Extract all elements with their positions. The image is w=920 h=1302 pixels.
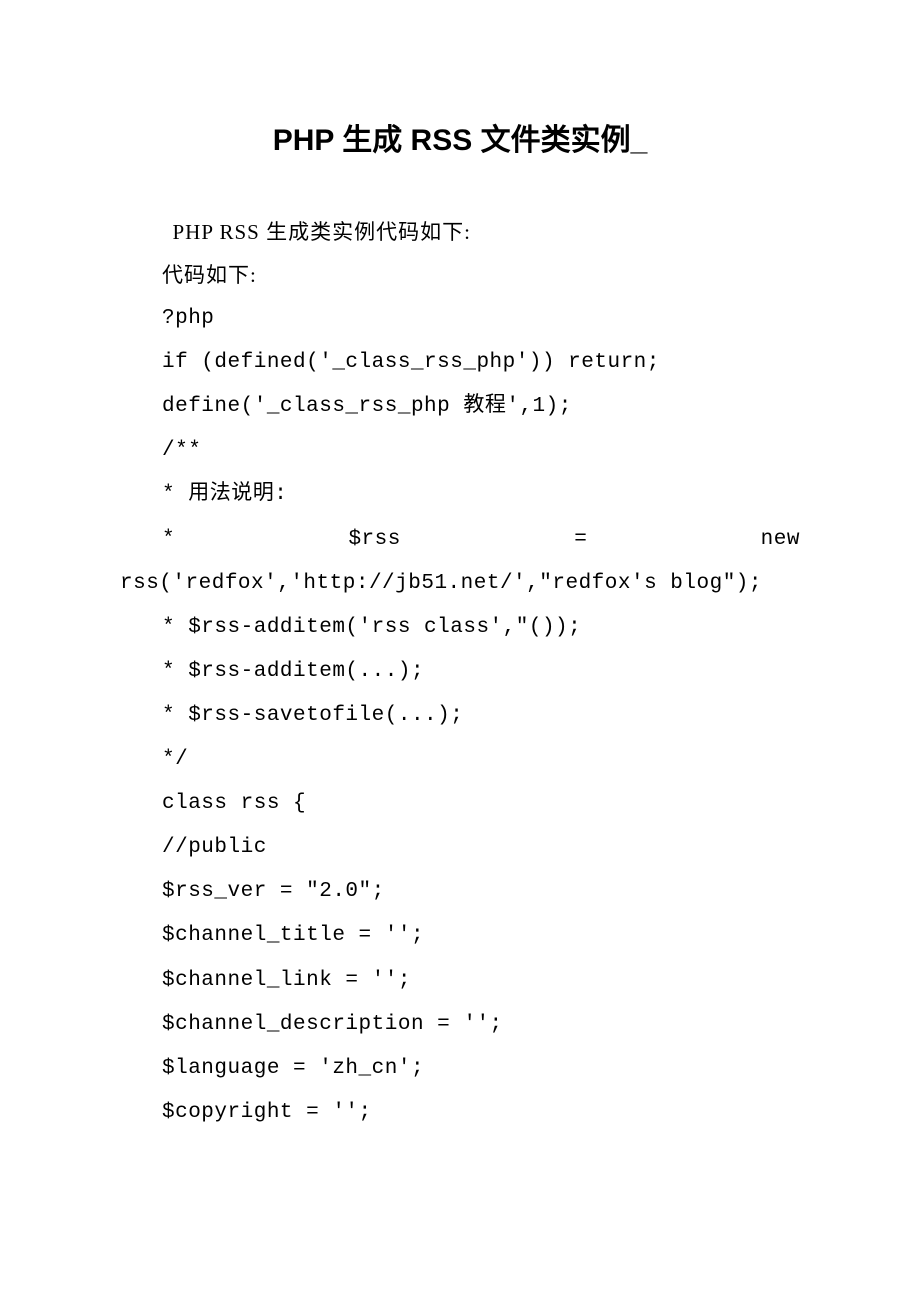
code-line: * 用法说明: [120,473,800,517]
page-title: PHP 生成 RSS 文件类实例_ [120,115,800,159]
code-line-justified: * $rss = new [120,518,800,562]
code-token: $rss [348,518,400,562]
code-line: $language = 'zh_cn'; [120,1047,800,1091]
code-label: 代码如下: [120,253,800,297]
code-line: */ [120,738,800,782]
document-page: PHP 生成 RSS 文件类实例_ PHP RSS 生成类实例代码如下: 代码如… [0,0,920,1195]
code-line: define('_class_rss_php 教程',1); [120,385,800,429]
code-line: if (defined('_class_rss_php')) return; [120,341,800,385]
code-line: * $rss-additem('rss class',"()); [120,606,800,650]
code-token: * [162,518,175,562]
code-line: $channel_description = ''; [120,1003,800,1047]
code-line: * $rss-savetofile(...); [120,694,800,738]
code-line: class rss { [120,782,800,826]
code-line: * $rss-additem(...); [120,650,800,694]
code-line: $channel_link = ''; [120,959,800,1003]
code-line: //public [120,826,800,870]
code-token: new [761,518,800,562]
code-line: $channel_title = ''; [120,914,800,958]
code-line: ?php [120,297,800,341]
code-line: $rss_ver = "2.0"; [120,870,800,914]
intro-text: PHP RSS 生成类实例代码如下: [120,211,800,253]
code-line: /** [120,429,800,473]
code-line: $copyright = ''; [120,1091,800,1135]
code-token: = [574,518,587,562]
code-line: rss('redfox','http://jb51.net/',"redfox'… [120,562,800,606]
